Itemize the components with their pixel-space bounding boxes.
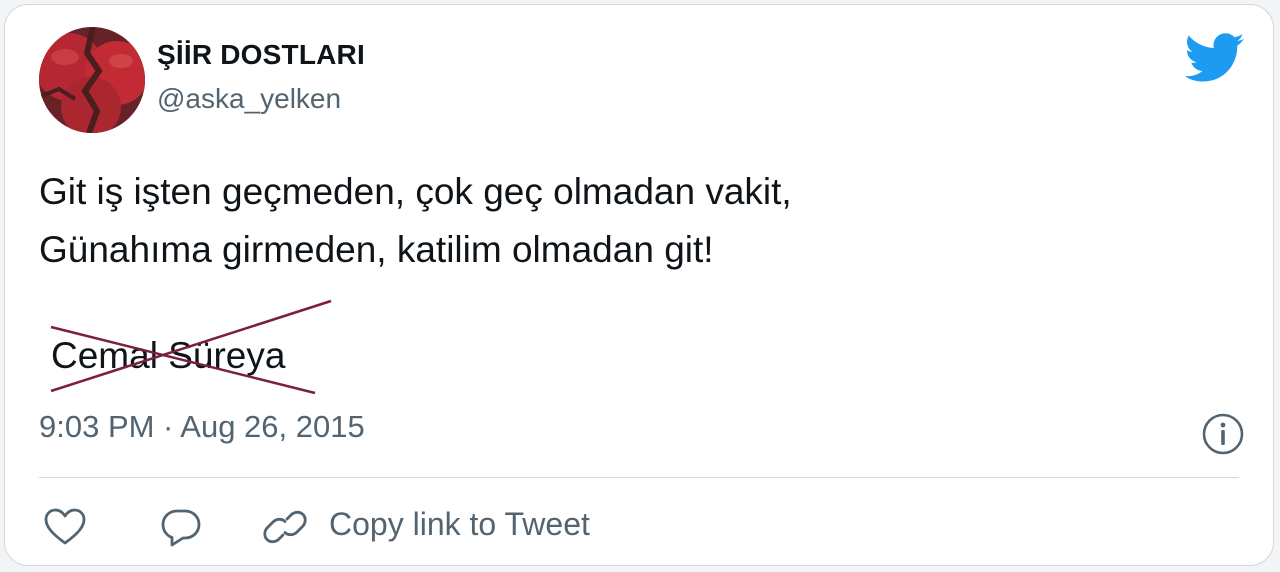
crossout-mark: [50, 299, 332, 395]
link-icon[interactable]: [261, 503, 309, 551]
tweet-line-1: Git iş işten geçmeden, çok geç olmadan v…: [39, 171, 792, 212]
tweet-card: ŞİİR DOSTLARI @aska_yelken Git iş işten …: [4, 4, 1274, 566]
avatar-image: [39, 27, 145, 133]
tweet-timestamp[interactable]: 9:03 PM · Aug 26, 2015: [39, 409, 365, 445]
divider: [39, 477, 1239, 478]
reply-bubble-icon[interactable]: [157, 503, 205, 551]
user-handle[interactable]: @aska_yelken: [157, 83, 341, 115]
display-name[interactable]: ŞİİR DOSTLARI: [157, 39, 365, 71]
avatar[interactable]: [39, 27, 145, 133]
info-icon[interactable]: [1201, 412, 1245, 456]
copy-link-button[interactable]: Copy link to Tweet: [329, 506, 590, 543]
tweet-line-2: Günahıma girmeden, katilim olmadan git!: [39, 229, 714, 270]
tweet-text: Git iş işten geçmeden, çok geç olmadan v…: [39, 163, 792, 279]
heart-icon[interactable]: [41, 503, 89, 551]
twitter-bird-icon[interactable]: [1185, 33, 1245, 83]
